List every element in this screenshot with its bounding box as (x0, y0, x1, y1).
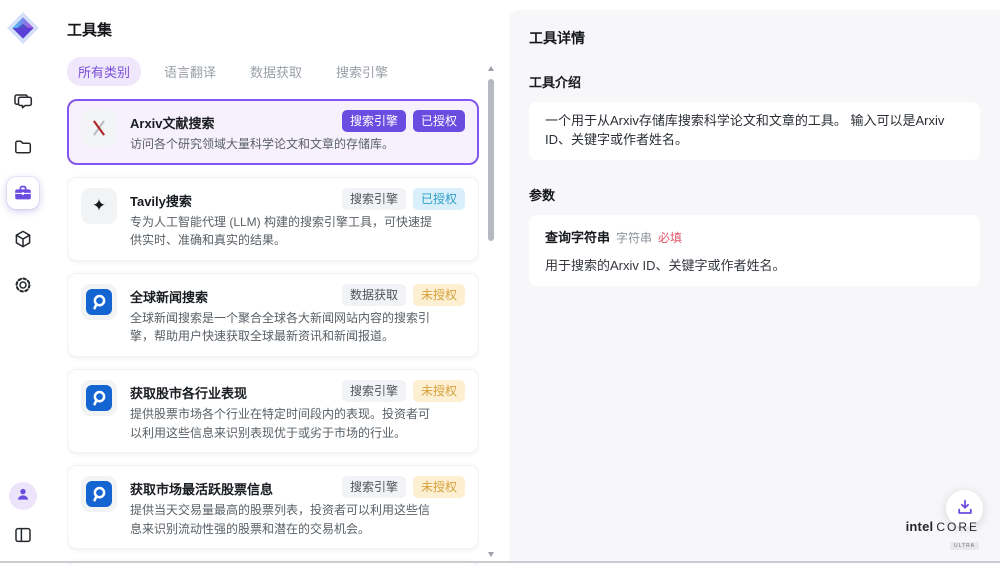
tool-card-list: Arxiv文献搜索 搜索引擎 已授权 访问各个研究领域大量科学论文和文章的存储库… (67, 99, 479, 566)
folder-icon (13, 137, 33, 157)
tool-title: Tavily搜索 (130, 188, 342, 210)
tool-card-arxiv[interactable]: Arxiv文献搜索 搜索引擎 已授权 访问各个研究领域大量科学论文和文章的存储库… (67, 99, 479, 165)
category-badge: 搜索引擎 (342, 110, 406, 132)
category-badge: 数据获取 (342, 284, 406, 306)
tool-title: 获取市场最活跃股票信息 (130, 476, 342, 498)
tool-description: 全球新闻搜索是一个聚合全球各大新闻网站内容的搜索引擎，帮助用户快速获取全球最新资… (130, 309, 432, 346)
tool-title: Arxiv文献搜索 (130, 110, 342, 132)
user-avatar[interactable] (9, 482, 37, 510)
card-body: Tavily搜索 搜索引擎 已授权 专为人工智能代理 (LLM) 构建的搜索引擎… (130, 188, 465, 250)
tab-language-translation[interactable]: 语言翻译 (153, 57, 227, 86)
intel-core-logo: intel CORE ULTRA (906, 519, 979, 552)
tab-search-engine[interactable]: 搜索引擎 (325, 57, 399, 86)
app-logo (6, 11, 40, 45)
tool-card-global-news[interactable]: 全球新闻搜索 数据获取 未授权 全球新闻搜索是一个聚合全球各大新闻网站内容的搜索… (67, 273, 479, 357)
tool-description: 提供股票市场各个行业在特定时间段内的表现。投资者可以利用这些信息来识别表现优于或… (130, 405, 432, 442)
list-scrollbar[interactable] (486, 66, 497, 557)
toolset-title: 工具集 (67, 19, 509, 40)
sidebar-item-chat[interactable] (7, 85, 39, 117)
brand-core-text: CORE (936, 520, 979, 534)
card-body: 获取股市各行业表现 搜索引擎 未授权 提供股票市场各个行业在特定时间段内的表现。… (130, 380, 465, 442)
arxiv-x-icon (81, 110, 117, 146)
tool-description: 专为人工智能代理 (LLM) 构建的搜索引擎工具，可快速提供实时、准确和真实的结… (130, 213, 432, 250)
sparkle-icon: ✦ (81, 188, 117, 224)
tool-title: 获取股市各行业表现 (130, 380, 342, 402)
icon-sidebar (0, 0, 46, 563)
params-heading: 参数 (529, 185, 980, 204)
tool-card-tavily[interactable]: ✦ Tavily搜索 搜索引擎 已授权 专为人工智能代理 (LLM) 构建的搜索… (67, 177, 479, 261)
status-badge: 未授权 (413, 380, 465, 402)
intro-card: 一个用于从Arxiv存储库搜索科学论文和文章的工具。 输入可以是Arxiv ID… (529, 102, 980, 160)
sidebar-item-packages[interactable] (7, 223, 39, 255)
status-badge: 未授权 (413, 284, 465, 306)
brand-ultra-badge: ULTRA (950, 542, 979, 550)
card-body: 全球新闻搜索 数据获取 未授权 全球新闻搜索是一个聚合全球各大新闻网站内容的搜索… (130, 284, 465, 346)
param-description: 用于搜索的Arxiv ID、关键字或作者姓名。 (545, 255, 964, 274)
blue-search-icon (81, 380, 117, 416)
tab-all-categories[interactable]: 所有类别 (67, 57, 141, 86)
tool-card-most-active-stocks[interactable]: 获取市场最活跃股票信息 搜索引擎 未授权 提供当天交易量最高的股票列表，投资者可… (67, 465, 479, 549)
category-badge: 搜索引擎 (342, 476, 406, 498)
intro-heading: 工具介绍 (529, 72, 980, 91)
tool-description: 提供当天交易量最高的股票列表，投资者可以利用这些信息来识别流动性强的股票和潜在的… (130, 501, 432, 538)
sidebar-item-files[interactable] (7, 131, 39, 163)
tool-title: 全球新闻搜索 (130, 284, 342, 306)
sidebar-item-toolbox[interactable] (7, 177, 39, 209)
sidebar-item-panel-toggle[interactable] (7, 519, 39, 551)
tab-data-retrieval[interactable]: 数据获取 (239, 57, 313, 86)
status-badge: 已授权 (413, 110, 465, 132)
category-tabs: 所有类别 语言翻译 数据获取 搜索引擎 (67, 57, 509, 86)
chat-icon (13, 91, 33, 111)
details-title: 工具详情 (529, 28, 980, 48)
scrollbar-thumb[interactable] (488, 79, 494, 241)
panel-layout-icon (13, 525, 33, 545)
blue-search-icon (81, 284, 117, 320)
scroll-down-arrow-icon[interactable] (488, 552, 494, 557)
sidebar-item-settings[interactable] (7, 269, 39, 301)
param-name: 查询字符串 (545, 227, 610, 246)
status-badge: 未授权 (413, 476, 465, 498)
status-badge: 已授权 (413, 188, 465, 210)
category-badge: 搜索引擎 (342, 380, 406, 402)
tool-card-sector-performance[interactable]: 获取股市各行业表现 搜索引擎 未授权 提供股票市场各个行业在特定时间段内的表现。… (67, 369, 479, 453)
card-body: Arxiv文献搜索 搜索引擎 已授权 访问各个研究领域大量科学论文和文章的存储库… (130, 110, 465, 154)
person-icon (15, 486, 31, 507)
gear-icon (13, 275, 33, 295)
param-type: 字符串 (616, 229, 652, 246)
param-required-flag: 必填 (658, 229, 682, 246)
toolbox-icon (13, 183, 33, 203)
tool-details-panel: 工具详情 工具介绍 一个用于从Arxiv存储库搜索科学论文和文章的工具。 输入可… (509, 10, 1000, 563)
category-badge: 搜索引擎 (342, 188, 406, 210)
parameter-card: 查询字符串 字符串 必填 用于搜索的Arxiv ID、关键字或作者姓名。 (529, 215, 980, 286)
sidebar-bottom (7, 482, 39, 551)
scroll-up-arrow-icon[interactable] (488, 66, 494, 71)
intro-text: 一个用于从Arxiv存储库搜索科学论文和文章的工具。 输入可以是Arxiv ID… (545, 113, 944, 147)
brand-intel-text: intel (906, 519, 934, 534)
card-body: 获取市场最活跃股票信息 搜索引擎 未授权 提供当天交易量最高的股票列表，投资者可… (130, 476, 465, 538)
toolset-panel: 工具集 所有类别 语言翻译 数据获取 搜索引擎 Arxiv文献搜索 搜索引擎 已… (46, 0, 509, 563)
tool-description: 访问各个研究领域大量科学论文和文章的存储库。 (130, 135, 432, 154)
blue-search-icon (81, 476, 117, 512)
cube-icon (13, 229, 33, 249)
download-icon (955, 497, 975, 520)
